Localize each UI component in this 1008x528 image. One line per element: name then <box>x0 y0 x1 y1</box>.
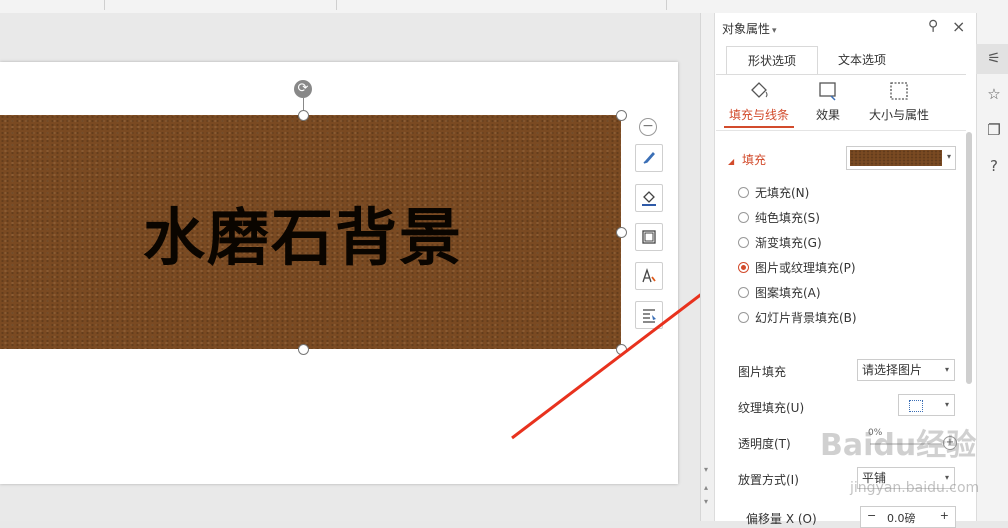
picture-fill-value: 请选择图片 <box>862 363 923 377</box>
brush-icon <box>643 151 655 164</box>
fill-option-label: 幻灯片背景填充(B) <box>755 310 857 325</box>
fill-option-label: 渐变填充(G) <box>755 235 822 250</box>
copy-icon[interactable]: ❐ <box>984 120 1004 140</box>
subtab-effects[interactable]: 效果 <box>804 80 852 123</box>
fill-option-none[interactable]: 无填充(N) <box>738 182 809 202</box>
paint-bucket-icon <box>642 191 656 206</box>
radio-selected-icon <box>738 261 749 273</box>
top-toolbar-strip <box>0 0 1008 14</box>
panel-title-text: 对象属性 <box>722 22 771 36</box>
resize-handle-right[interactable] <box>616 227 627 238</box>
texture-fill-label: 纹理填充(U) <box>738 401 805 415</box>
pin-icon[interactable]: ⚲ <box>928 18 938 34</box>
brush-button[interactable] <box>635 144 663 172</box>
tab-divider <box>716 74 966 75</box>
toolbar-group <box>340 0 667 10</box>
properties-sliders-icon[interactable]: ⚟ <box>984 48 1004 68</box>
fill-option-slide-background[interactable]: 幻灯片背景填充(B) <box>738 307 857 327</box>
close-icon[interactable]: × <box>952 17 965 36</box>
subtab-label: 效果 <box>815 108 840 122</box>
radio-icon <box>738 236 749 248</box>
fill-section-label: 填充 <box>741 153 766 167</box>
fill-option-solid[interactable]: 纯色填充(S) <box>738 207 820 227</box>
collapse-icon: ◢ <box>728 157 735 166</box>
fill-button[interactable] <box>635 184 663 212</box>
star-pin-icon[interactable]: ☆ <box>984 84 1004 104</box>
resize-handle-top[interactable] <box>298 110 309 121</box>
offset-label: 偏移量 X (O) <box>746 512 817 526</box>
outline-icon <box>642 230 656 244</box>
panel-scrollbar-thumb[interactable] <box>966 132 972 384</box>
radio-icon <box>738 211 749 223</box>
subtab-label: 大小与属性 <box>868 108 929 122</box>
tab-shape-options[interactable]: 形状选项 <box>726 46 818 75</box>
fill-preview-dropdown[interactable]: ▾ <box>846 146 956 170</box>
tab-label: 文本选项 <box>837 53 886 67</box>
paint-bucket-icon <box>751 82 768 98</box>
offset-stepper[interactable]: − 0.0磅 + <box>860 506 956 528</box>
size-icon <box>890 82 908 100</box>
fill-option-gradient[interactable]: 渐变填充(G) <box>738 232 822 252</box>
fill-option-picture-texture[interactable]: 图片或纹理填充(P) <box>738 257 856 277</box>
picture-fill-label: 图片填充 <box>738 365 787 379</box>
fill-option-label: 图案填充(A) <box>755 285 821 300</box>
radio-icon <box>738 286 749 298</box>
subtab-size-properties[interactable]: 大小与属性 <box>864 80 934 123</box>
resize-handle-top-right[interactable] <box>616 110 627 121</box>
effect-icon <box>819 82 836 101</box>
scroll-down-icon[interactable]: ▾ <box>704 465 708 474</box>
scroll-down-icon[interactable]: ▾ <box>704 497 708 506</box>
outline-button[interactable] <box>635 223 663 251</box>
watermark-logo: Baidu经验 <box>820 428 977 463</box>
radio-icon <box>738 311 749 323</box>
radio-icon <box>738 186 749 198</box>
active-subtab-indicator <box>724 126 794 128</box>
placement-label: 放置方式(I) <box>738 473 799 487</box>
panel-title: 对象属性 ▾ <box>722 20 777 37</box>
help-icon[interactable]: ? <box>984 156 1004 176</box>
panel-title-arrow[interactable]: ▾ <box>772 26 777 36</box>
toolbar-group <box>108 0 337 10</box>
resize-handle-bottom[interactable] <box>298 344 309 355</box>
texture-fill-select[interactable]: ▾ <box>898 394 955 416</box>
fill-option-label: 无填充(N) <box>755 185 810 200</box>
subtab-fill-line[interactable]: 填充与线条 <box>724 80 794 128</box>
tab-label: 形状选项 <box>747 54 796 68</box>
picture-fill-select[interactable]: 请选择图片 ▾ <box>857 359 955 381</box>
transparency-label: 透明度(T) <box>738 437 791 451</box>
fill-option-label: 纯色填充(S) <box>755 210 820 225</box>
minus-icon[interactable]: − <box>867 509 876 522</box>
canvas-scrollbar[interactable]: ▾ ▴ ▾ <box>700 13 715 521</box>
offset-value[interactable]: 0.0磅 <box>887 510 916 526</box>
chevron-down-icon: ▾ <box>944 400 949 409</box>
scroll-up-icon[interactable]: ▴ <box>704 483 708 492</box>
subtab-label: 填充与线条 <box>728 108 789 122</box>
chevron-down-icon: ▾ <box>944 365 949 374</box>
subtab-divider <box>716 130 966 131</box>
plus-icon[interactable]: + <box>940 509 949 522</box>
fill-option-label: 图片或纹理填充(P) <box>755 260 856 275</box>
watermark-url: jingyan.baidu.com <box>850 480 980 496</box>
texture-swatch <box>850 150 942 166</box>
fill-option-pattern[interactable]: 图案填充(A) <box>738 282 821 302</box>
rotate-icon[interactable]: ⟳ <box>294 80 312 98</box>
texture-grid-icon <box>909 400 923 412</box>
chevron-down-icon: ▾ <box>946 152 951 161</box>
fill-section-header[interactable]: ◢ 填充 <box>728 151 766 168</box>
toolbar-group <box>0 0 105 10</box>
collapse-toolbar-icon[interactable]: − <box>639 118 657 136</box>
tab-text-options[interactable]: 文本选项 <box>822 46 902 74</box>
